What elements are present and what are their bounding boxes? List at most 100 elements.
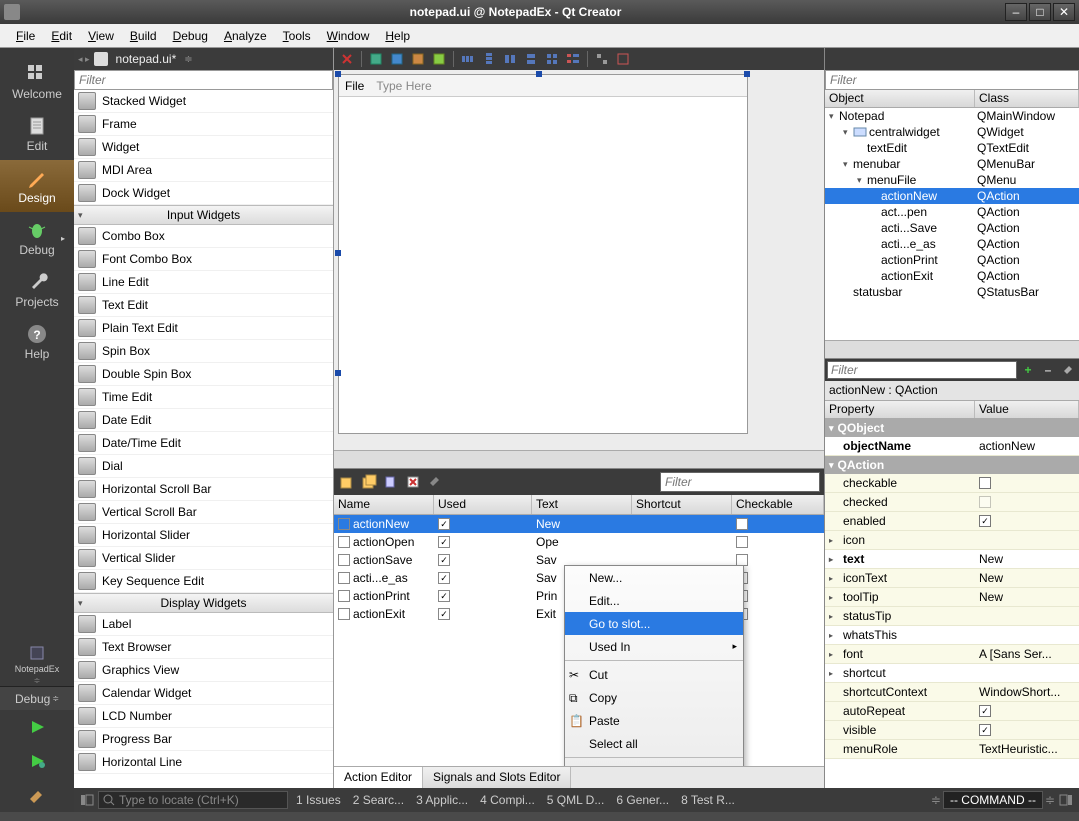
menu-edit[interactable]: Edit bbox=[43, 27, 80, 45]
status-pane[interactable]: 1 Issues bbox=[290, 793, 347, 807]
widget-lcd-number[interactable]: LCD Number bbox=[74, 705, 333, 728]
widget-graphics-view[interactable]: Graphics View bbox=[74, 659, 333, 682]
action-row[interactable]: actionOpen✓Ope bbox=[334, 533, 824, 551]
delete-action-icon[interactable] bbox=[404, 473, 422, 491]
locator-input[interactable]: Type to locate (Ctrl+K) bbox=[98, 791, 288, 809]
widget-text-browser[interactable]: Text Browser bbox=[74, 636, 333, 659]
widget-combo-box[interactable]: Combo Box bbox=[74, 225, 333, 248]
tab-spinner[interactable]: ≑ bbox=[184, 54, 192, 65]
prop-col-value[interactable]: Value bbox=[975, 401, 1079, 418]
prop-visible[interactable]: visible✓ bbox=[825, 721, 1079, 740]
widget-key-sequence-edit[interactable]: Key Sequence Edit bbox=[74, 570, 333, 593]
obj-row[interactable]: ▾centralwidgetQWidget bbox=[825, 124, 1079, 140]
run-debug-button[interactable] bbox=[0, 744, 74, 778]
layout-vert-icon[interactable] bbox=[480, 50, 498, 68]
layout-v-splitter-icon[interactable] bbox=[522, 50, 540, 68]
ctx-copy[interactable]: ⧉Copy bbox=[565, 686, 743, 709]
widget-date-time-edit[interactable]: Date/Time Edit bbox=[74, 432, 333, 455]
obj-row[interactable]: ▾NotepadQMainWindow bbox=[825, 108, 1079, 124]
widget-horizontal-scroll-bar[interactable]: Horizontal Scroll Bar bbox=[74, 478, 333, 501]
obj-row[interactable]: actionExitQAction bbox=[825, 268, 1079, 284]
obj-col-object[interactable]: Object bbox=[825, 90, 975, 107]
edit-widgets-icon[interactable] bbox=[367, 50, 385, 68]
resize-handle[interactable] bbox=[744, 71, 750, 77]
menu-window[interactable]: Window bbox=[319, 27, 378, 45]
build-mode[interactable]: Debug≑ bbox=[0, 686, 74, 710]
ctx-delete[interactable]: ✖Delete bbox=[565, 760, 743, 766]
widget-date-edit[interactable]: Date Edit bbox=[74, 409, 333, 432]
widget-calendar-widget[interactable]: Calendar Widget bbox=[74, 682, 333, 705]
mode-debug[interactable]: Debug▸ bbox=[0, 212, 74, 264]
widget-group-display-widgets[interactable]: Display Widgets bbox=[74, 593, 333, 613]
prop-statusTip[interactable]: statusTip bbox=[825, 607, 1079, 626]
obj-row[interactable]: actionNewQAction bbox=[825, 188, 1079, 204]
menu-tools[interactable]: Tools bbox=[275, 27, 319, 45]
ctx-new-[interactable]: New... bbox=[565, 566, 743, 589]
col-text[interactable]: Text bbox=[532, 495, 632, 514]
widget-plain-text-edit[interactable]: Plain Text Edit bbox=[74, 317, 333, 340]
new-action-icon[interactable] bbox=[338, 473, 356, 491]
obj-row[interactable]: act...penQAction bbox=[825, 204, 1079, 220]
edit-signals-icon[interactable] bbox=[388, 50, 406, 68]
ctx-edit-[interactable]: Edit... bbox=[565, 589, 743, 612]
layout-grid-icon[interactable] bbox=[543, 50, 561, 68]
menu-help[interactable]: Help bbox=[377, 27, 418, 45]
layout-form-icon[interactable] bbox=[564, 50, 582, 68]
property-filter-input[interactable] bbox=[827, 361, 1017, 379]
form-menu-type-here[interactable]: Type Here bbox=[376, 79, 431, 93]
resize-handle[interactable] bbox=[335, 250, 341, 256]
resize-handle[interactable] bbox=[335, 370, 341, 376]
mode-projects[interactable]: Projects bbox=[0, 264, 74, 316]
action-table-body[interactable]: actionNew✓NewactionOpen✓OpeactionSave✓Sa… bbox=[334, 515, 824, 766]
action-row[interactable]: actionNew✓New bbox=[334, 515, 824, 533]
menu-debug[interactable]: Debug bbox=[165, 27, 216, 45]
ctx-paste[interactable]: 📋Paste bbox=[565, 709, 743, 732]
col-checkable[interactable]: Checkable bbox=[732, 495, 824, 514]
prop-col-property[interactable]: Property bbox=[825, 401, 975, 418]
remove-dynamic-prop-icon[interactable]: – bbox=[1039, 361, 1057, 379]
prop-toolTip[interactable]: toolTipNew bbox=[825, 588, 1079, 607]
tab-action-editor[interactable]: Action Editor bbox=[334, 767, 423, 788]
obj-row[interactable]: actionPrintQAction bbox=[825, 252, 1079, 268]
status-pane[interactable]: 2 Searc... bbox=[347, 793, 410, 807]
resize-handle[interactable] bbox=[536, 71, 542, 77]
widget-stacked-widget[interactable]: Stacked Widget bbox=[74, 90, 333, 113]
layout-horiz-icon[interactable] bbox=[459, 50, 477, 68]
edit-tab-order-icon[interactable] bbox=[430, 50, 448, 68]
prop-icon[interactable]: icon bbox=[825, 531, 1079, 550]
prop-whatsThis[interactable]: whatsThis bbox=[825, 626, 1079, 645]
run-button[interactable] bbox=[0, 710, 74, 744]
widget-progress-bar[interactable]: Progress Bar bbox=[74, 728, 333, 751]
widget-spin-box[interactable]: Spin Box bbox=[74, 340, 333, 363]
widget-line-edit[interactable]: Line Edit bbox=[74, 271, 333, 294]
status-pane[interactable]: 8 Test R... bbox=[675, 793, 741, 807]
obj-row[interactable]: statusbarQStatusBar bbox=[825, 284, 1079, 300]
nav-arrows[interactable]: ◂ ▸ bbox=[78, 54, 90, 65]
resize-handle[interactable] bbox=[335, 71, 341, 77]
status-pane[interactable]: 5 QML D... bbox=[541, 793, 611, 807]
add-dynamic-prop-icon[interactable]: + bbox=[1019, 361, 1037, 379]
mode-welcome[interactable]: Welcome bbox=[0, 56, 74, 108]
adjust-size-icon[interactable] bbox=[614, 50, 632, 68]
status-spinner[interactable]: ≑ bbox=[931, 793, 941, 807]
maximize-button[interactable]: □ bbox=[1029, 3, 1051, 21]
obj-row[interactable]: textEditQTextEdit bbox=[825, 140, 1079, 156]
toggle-right-sidebar-icon[interactable] bbox=[1057, 791, 1075, 809]
menu-file[interactable]: File bbox=[8, 27, 43, 45]
prop-enabled[interactable]: enabled✓ bbox=[825, 512, 1079, 531]
status-pane[interactable]: 3 Applic... bbox=[410, 793, 474, 807]
prop-menuRole[interactable]: menuRoleTextHeuristic... bbox=[825, 740, 1079, 759]
ctx-used-in[interactable]: Used In bbox=[565, 635, 743, 658]
prop-shortcut[interactable]: shortcut bbox=[825, 664, 1079, 683]
prop-shortcutContext[interactable]: shortcutContextWindowShort... bbox=[825, 683, 1079, 702]
widget-label[interactable]: Label bbox=[74, 613, 333, 636]
col-used[interactable]: Used bbox=[434, 495, 532, 514]
menu-view[interactable]: View bbox=[80, 27, 122, 45]
obj-col-class[interactable]: Class bbox=[975, 90, 1079, 107]
obj-hscroll[interactable] bbox=[825, 340, 1079, 358]
form-canvas[interactable]: File Type Here bbox=[334, 70, 824, 450]
widget-filter-input[interactable] bbox=[74, 70, 333, 90]
widget-mdi-area[interactable]: MDI Area bbox=[74, 159, 333, 182]
menu-build[interactable]: Build bbox=[122, 27, 165, 45]
widget-list[interactable]: Stacked WidgetFrameWidgetMDI AreaDock Wi… bbox=[74, 90, 333, 788]
